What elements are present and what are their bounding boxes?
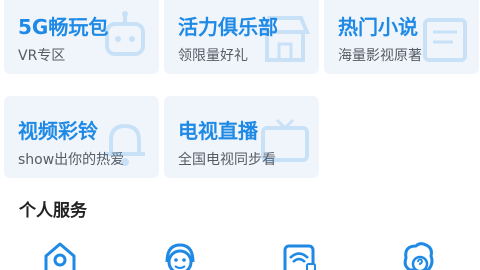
customer-service-icon[interactable] [162, 240, 198, 270]
card-video-ringtone[interactable]: 视频彩铃 show出你的热爱 [4, 96, 159, 178]
card-tv-live[interactable]: 电视直播 全国电视同步看 [164, 96, 319, 178]
home-account-icon[interactable] [42, 240, 78, 270]
broadband-icon[interactable] [281, 240, 317, 270]
help-icon[interactable] [400, 240, 436, 270]
card-title: 热门小说 [338, 15, 418, 39]
shop-icon [259, 16, 311, 62]
section-title-personal-services: 个人服务 [19, 201, 87, 221]
bell-icon [105, 123, 145, 166]
card-5g-play-pack[interactable]: 5G畅玩包 VR专区 [4, 0, 159, 74]
live-tv-icon [261, 118, 309, 162]
book-icon [423, 18, 467, 62]
card-subtitle: VR专区 [18, 48, 66, 64]
robot-icon [105, 11, 145, 56]
card-title: 视频彩铃 [18, 119, 98, 143]
card-subtitle: 领限量好礼 [178, 48, 248, 64]
card-hot-novels[interactable]: 热门小说 海量影视原著 [324, 0, 479, 74]
card-title: 电视直播 [178, 119, 258, 143]
page: 5G畅玩包 VR专区 活力俱乐部 领限量好礼 热门小说 海量影视原著 视频彩铃 … [0, 0, 480, 270]
card-vitality-club[interactable]: 活力俱乐部 领限量好礼 [164, 0, 319, 74]
